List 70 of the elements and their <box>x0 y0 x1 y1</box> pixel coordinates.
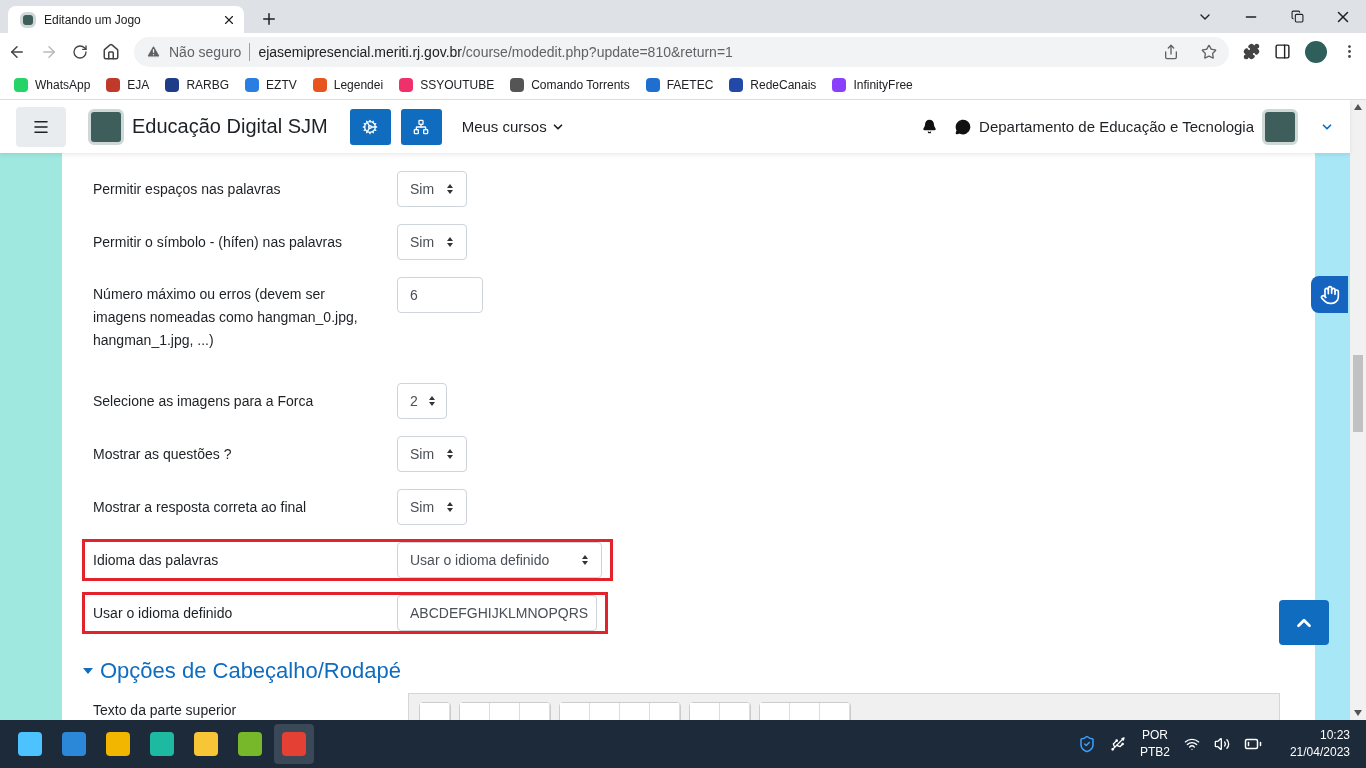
section-title[interactable]: Opções de Cabeçalho/Rodapé <box>100 658 401 684</box>
warning-icon[interactable] <box>146 44 161 59</box>
bookmark-link[interactable]: EZTV <box>266 77 297 92</box>
star-icon[interactable] <box>1201 43 1217 60</box>
sitemap-button[interactable] <box>400 108 442 145</box>
field-label: Número máximo ou erros (devem ser imagens nomeadas como hangman_0.jpg, hangman_1.jpg, ...) <box>93 285 359 350</box>
volume-icon[interactable] <box>1213 736 1230 752</box>
site-name[interactable]: Educação Digital SJM <box>132 115 328 138</box>
bookmark-link[interactable]: InfinityFree <box>853 77 913 92</box>
clock[interactable]: 10:23 21/04/2023 <box>1289 727 1350 761</box>
gear-icon <box>362 118 379 135</box>
menu-button[interactable] <box>16 106 66 147</box>
dropdown-arrows-icon <box>446 183 454 195</box>
bookmark-link[interactable]: Comando Torrents <box>531 77 630 92</box>
sitemap-icon <box>413 118 430 135</box>
browser-tab[interactable]: Editando um Jogo <box>8 6 244 33</box>
bookmark-link[interactable]: RARBG <box>186 77 230 92</box>
hand-sign-button[interactable] <box>1311 276 1348 313</box>
user-avatar[interactable] <box>1262 108 1298 145</box>
hand-icon <box>1319 284 1340 305</box>
bookmark-link[interactable]: RedeCanais <box>750 77 817 92</box>
new-tab-icon[interactable] <box>260 10 278 28</box>
side-panel-icon[interactable] <box>1274 43 1291 60</box>
field-label: Mostrar a resposta correta ao final <box>93 498 308 517</box>
field-label: Permitir o símbolo - (hífen) nas palavras <box>93 233 343 252</box>
dropdown-arrows-icon <box>427 395 436 407</box>
bookmark-link[interactable]: SSYOUTUBE <box>420 77 495 92</box>
field-label: Mostrar as questões ? <box>93 445 233 464</box>
field-label: Permitir espaços nas palavras <box>93 180 282 199</box>
scroll-up-icon[interactable] <box>1354 104 1362 110</box>
select-field[interactable]: Sim <box>397 489 467 525</box>
dropdown-arrows-icon <box>581 554 589 566</box>
select-field[interactable]: Sim <box>397 436 467 472</box>
bookmark-link[interactable]: WhatsApp <box>35 77 91 92</box>
gears-button[interactable] <box>349 108 391 145</box>
select-field[interactable]: Sim <box>397 224 467 260</box>
scroll-down-icon[interactable] <box>1354 710 1362 716</box>
profile-avatar[interactable] <box>1305 40 1327 63</box>
dropdown-arrows-icon <box>446 501 454 513</box>
tab-title: Editando um Jogo <box>44 12 142 27</box>
shield-icon[interactable] <box>1077 735 1096 753</box>
select-field[interactable]: Sim <box>397 171 467 207</box>
language-indicator[interactable]: POR PTB2 <box>1139 727 1170 761</box>
home-icon[interactable] <box>102 42 120 61</box>
chat-icon[interactable] <box>955 118 972 135</box>
courses-menu[interactable]: Meus cursos <box>455 117 571 136</box>
select-field[interactable]: 2 <box>397 383 447 419</box>
field-label: Idioma das palavras <box>93 551 220 570</box>
input-field[interactable]: ABCDEFGHIJKLMNOPQRS <box>397 595 597 631</box>
user-name[interactable]: Departamento de Educação e Tecnologia <box>979 118 1254 135</box>
wifi-icon[interactable] <box>1183 736 1200 752</box>
field-label: Selecione as imagens para a Forca <box>93 392 315 411</box>
dropdown-arrows-icon <box>446 236 454 248</box>
input-field[interactable]: 6 <box>397 277 483 313</box>
security-label[interactable]: Não seguro <box>169 43 242 60</box>
select-field[interactable]: Usar o idioma definido <box>397 542 602 578</box>
field-label: Usar o idioma definido <box>93 604 234 623</box>
url-text[interactable]: ejasemipresencial.meriti.rj.gov.br/course/modedit.php?update=810&return=1 <box>258 43 733 60</box>
field-label: Texto da parte superior <box>93 701 238 720</box>
bookmark-link[interactable]: EJA <box>127 77 150 92</box>
dropdown-arrows-icon <box>446 448 454 460</box>
share-icon[interactable] <box>1163 43 1179 60</box>
puzzle-icon[interactable] <box>1243 43 1260 60</box>
reload-icon[interactable] <box>72 43 88 60</box>
bookmark-link[interactable]: FAETEC <box>666 77 714 92</box>
usb-icon[interactable] <box>1109 736 1126 752</box>
back-to-top-button[interactable] <box>1279 600 1329 645</box>
bell-icon[interactable] <box>922 119 938 134</box>
bookmark-link[interactable]: Legendei <box>333 77 384 92</box>
scrollbar-thumb[interactable] <box>1353 355 1363 432</box>
